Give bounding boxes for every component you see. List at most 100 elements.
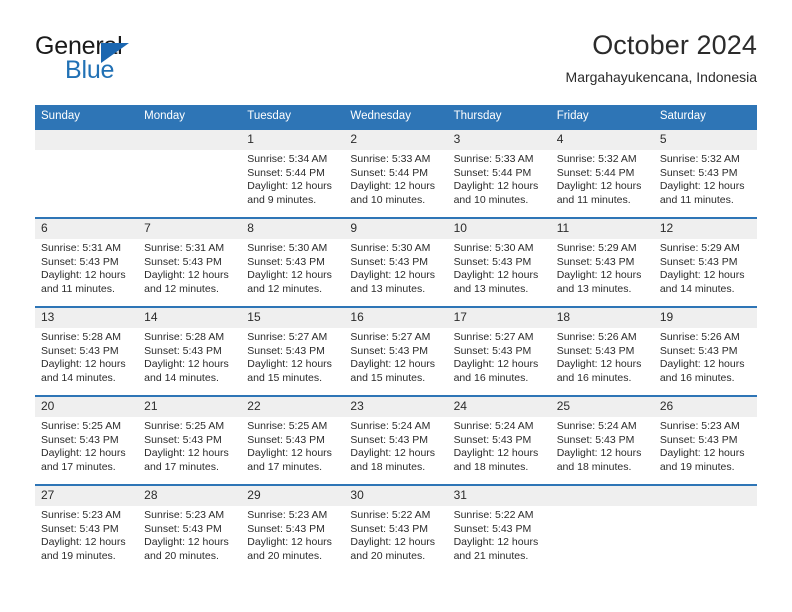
calendar-day-cell[interactable]: 27 Sunrise: 5:23 AM Sunset: 5:43 PM Dayl… (35, 484, 139, 574)
calendar-day-cell[interactable]: 7 Sunrise: 5:31 AM Sunset: 5:43 PM Dayli… (138, 217, 242, 307)
daylight-text-line1: Daylight: 12 hours (41, 536, 126, 549)
calendar-day-cell[interactable]: 2 Sunrise: 5:33 AM Sunset: 5:44 PM Dayli… (344, 128, 448, 218)
calendar-day-cell[interactable] (550, 484, 654, 574)
sunrise-text: Sunrise: 5:32 AM (556, 153, 637, 165)
calendar-day-cell[interactable]: 10 Sunrise: 5:30 AM Sunset: 5:43 PM Dayl… (447, 217, 551, 307)
weekday-header-saturday: Saturday (653, 105, 757, 129)
sunrise-text: Sunrise: 5:24 AM (453, 420, 534, 432)
day-number: 1 (241, 130, 345, 150)
day-number: 4 (550, 130, 654, 150)
calendar-week-row: 13 Sunrise: 5:28 AM Sunset: 5:43 PM Dayl… (35, 306, 757, 396)
daylight-text-line2: and 13 minutes. (556, 282, 632, 295)
day-details: Sunrise: 5:30 AM Sunset: 5:43 PM Dayligh… (448, 239, 551, 296)
calendar-day-cell[interactable]: 19 Sunrise: 5:26 AM Sunset: 5:43 PM Dayl… (653, 306, 757, 396)
calendar-day-cell[interactable]: 21 Sunrise: 5:25 AM Sunset: 5:43 PM Dayl… (138, 395, 242, 485)
calendar-day-cell[interactable]: 5 Sunrise: 5:32 AM Sunset: 5:43 PM Dayli… (653, 128, 757, 218)
day-details: Sunrise: 5:27 AM Sunset: 5:43 PM Dayligh… (344, 328, 447, 385)
daylight-text-line2: and 17 minutes. (247, 460, 322, 473)
day-details: Sunrise: 5:32 AM Sunset: 5:43 PM Dayligh… (654, 150, 757, 207)
sunset-text: Sunset: 5:43 PM (453, 344, 532, 357)
weekday-header-friday: Friday (550, 105, 654, 129)
calendar-day-cell[interactable]: 18 Sunrise: 5:26 AM Sunset: 5:43 PM Dayl… (550, 306, 654, 396)
calendar-day-cell[interactable]: 28 Sunrise: 5:23 AM Sunset: 5:43 PM Dayl… (138, 484, 242, 574)
sunset-text: Sunset: 5:43 PM (247, 522, 325, 535)
daylight-text-line2: and 16 minutes. (659, 371, 735, 384)
daylight-text-line1: Daylight: 12 hours (144, 269, 229, 282)
calendar-day-cell[interactable]: 26 Sunrise: 5:23 AM Sunset: 5:43 PM Dayl… (653, 395, 757, 485)
title-block: October 2024 Margahayukencana, Indonesia (566, 28, 757, 88)
daylight-text-line1: Daylight: 12 hours (659, 447, 745, 460)
calendar-day-cell[interactable]: 31 Sunrise: 5:22 AM Sunset: 5:43 PM Dayl… (447, 484, 551, 574)
daylight-text-line2: and 18 minutes. (453, 460, 529, 473)
calendar-day-cell[interactable]: 12 Sunrise: 5:29 AM Sunset: 5:43 PM Dayl… (653, 217, 757, 307)
calendar-day-cell[interactable]: 29 Sunrise: 5:23 AM Sunset: 5:43 PM Dayl… (241, 484, 345, 574)
daylight-text-line2: and 13 minutes. (453, 282, 529, 295)
calendar-day-cell[interactable] (35, 128, 139, 218)
daylight-text-line1: Daylight: 12 hours (556, 447, 642, 460)
day-number (653, 486, 757, 506)
weekday-header-monday: Monday (138, 105, 242, 129)
sunset-text: Sunset: 5:43 PM (659, 166, 738, 179)
calendar-day-cell[interactable]: 13 Sunrise: 5:28 AM Sunset: 5:43 PM Dayl… (35, 306, 139, 396)
sunrise-text: Sunrise: 5:32 AM (659, 153, 740, 165)
day-details: Sunrise: 5:32 AM Sunset: 5:44 PM Dayligh… (551, 150, 654, 207)
daylight-text-line1: Daylight: 12 hours (453, 358, 539, 371)
weekday-header-wednesday: Wednesday (344, 105, 448, 129)
sunrise-text: Sunrise: 5:22 AM (453, 509, 534, 521)
calendar-day-cell[interactable] (138, 128, 242, 218)
calendar-day-cell[interactable]: 3 Sunrise: 5:33 AM Sunset: 5:44 PM Dayli… (447, 128, 551, 218)
daylight-text-line2: and 20 minutes. (247, 549, 322, 562)
calendar-day-cell[interactable]: 14 Sunrise: 5:28 AM Sunset: 5:43 PM Dayl… (138, 306, 242, 396)
calendar-day-cell[interactable]: 1 Sunrise: 5:34 AM Sunset: 5:44 PM Dayli… (241, 128, 345, 218)
calendar-day-cell[interactable]: 17 Sunrise: 5:27 AM Sunset: 5:43 PM Dayl… (447, 306, 551, 396)
page-subtitle: Margahayukencana, Indonesia (565, 69, 757, 85)
day-number: 18 (550, 308, 654, 328)
sunrise-text: Sunrise: 5:27 AM (247, 331, 328, 343)
sunrise-text: Sunrise: 5:23 AM (144, 509, 225, 521)
daylight-text-line1: Daylight: 12 hours (350, 358, 436, 371)
day-details: Sunrise: 5:27 AM Sunset: 5:43 PM Dayligh… (448, 328, 551, 385)
day-number: 5 (653, 130, 757, 150)
sunrise-text: Sunrise: 5:24 AM (350, 420, 431, 432)
calendar-day-cell[interactable]: 15 Sunrise: 5:27 AM Sunset: 5:43 PM Dayl… (241, 306, 345, 396)
calendar-day-cell[interactable]: 24 Sunrise: 5:24 AM Sunset: 5:43 PM Dayl… (447, 395, 551, 485)
daylight-text-line2: and 18 minutes. (350, 460, 426, 473)
day-number: 25 (550, 397, 654, 417)
sunrise-text: Sunrise: 5:29 AM (556, 242, 637, 254)
calendar-day-cell[interactable]: 22 Sunrise: 5:25 AM Sunset: 5:43 PM Dayl… (241, 395, 345, 485)
day-details: Sunrise: 5:25 AM Sunset: 5:43 PM Dayligh… (241, 417, 344, 474)
daylight-text-line1: Daylight: 12 hours (41, 269, 126, 282)
sunset-text: Sunset: 5:43 PM (247, 344, 325, 357)
calendar-day-cell[interactable]: 25 Sunrise: 5:24 AM Sunset: 5:43 PM Dayl… (550, 395, 654, 485)
calendar-day-cell[interactable]: 9 Sunrise: 5:30 AM Sunset: 5:43 PM Dayli… (344, 217, 448, 307)
calendar-day-cell[interactable]: 4 Sunrise: 5:32 AM Sunset: 5:44 PM Dayli… (550, 128, 654, 218)
sunrise-text: Sunrise: 5:27 AM (350, 331, 431, 343)
daylight-text-line2: and 14 minutes. (659, 282, 735, 295)
sunset-text: Sunset: 5:43 PM (144, 433, 222, 446)
day-details: Sunrise: 5:23 AM Sunset: 5:43 PM Dayligh… (138, 506, 241, 563)
daylight-text-line1: Daylight: 12 hours (247, 536, 332, 549)
calendar-day-cell[interactable]: 8 Sunrise: 5:30 AM Sunset: 5:43 PM Dayli… (241, 217, 345, 307)
sunrise-text: Sunrise: 5:23 AM (247, 509, 328, 521)
daylight-text-line1: Daylight: 12 hours (247, 358, 332, 371)
daylight-text-line1: Daylight: 12 hours (453, 536, 539, 549)
sunrise-text: Sunrise: 5:25 AM (41, 420, 121, 432)
sunrise-text: Sunrise: 5:26 AM (659, 331, 740, 343)
calendar-day-cell[interactable] (653, 484, 757, 574)
daylight-text-line2: and 13 minutes. (350, 282, 426, 295)
calendar-day-cell[interactable]: 16 Sunrise: 5:27 AM Sunset: 5:43 PM Dayl… (344, 306, 448, 396)
daylight-text-line1: Daylight: 12 hours (41, 447, 126, 460)
calendar-day-cell[interactable]: 20 Sunrise: 5:25 AM Sunset: 5:43 PM Dayl… (35, 395, 139, 485)
calendar-day-cell[interactable]: 30 Sunrise: 5:22 AM Sunset: 5:43 PM Dayl… (344, 484, 448, 574)
calendar-day-cell[interactable]: 6 Sunrise: 5:31 AM Sunset: 5:43 PM Dayli… (35, 217, 139, 307)
sunrise-text: Sunrise: 5:29 AM (659, 242, 740, 254)
daylight-text-line1: Daylight: 12 hours (350, 447, 436, 460)
day-number: 30 (344, 486, 448, 506)
day-number: 26 (653, 397, 757, 417)
day-details: Sunrise: 5:25 AM Sunset: 5:43 PM Dayligh… (138, 417, 241, 474)
calendar-week-row: 27 Sunrise: 5:23 AM Sunset: 5:43 PM Dayl… (35, 484, 757, 574)
calendar-day-cell[interactable]: 11 Sunrise: 5:29 AM Sunset: 5:43 PM Dayl… (550, 217, 654, 307)
day-details: Sunrise: 5:28 AM Sunset: 5:43 PM Dayligh… (138, 328, 241, 385)
day-details: Sunrise: 5:31 AM Sunset: 5:43 PM Dayligh… (138, 239, 241, 296)
calendar-day-cell[interactable]: 23 Sunrise: 5:24 AM Sunset: 5:43 PM Dayl… (344, 395, 448, 485)
